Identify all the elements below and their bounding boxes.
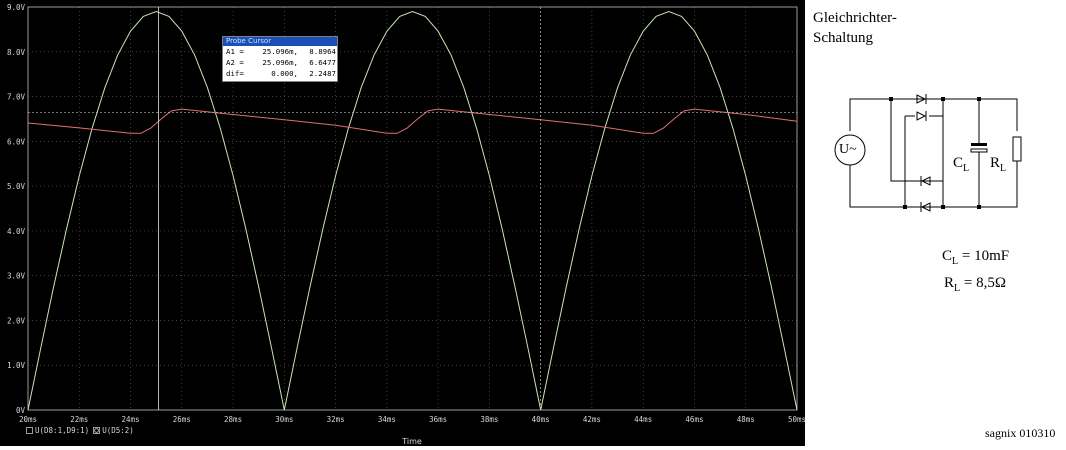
diamond-marker-icon: [93, 427, 101, 434]
wire-top: [849, 98, 1018, 131]
x-tick-label: 48ms: [737, 415, 755, 424]
tick-labels: 20ms 22ms 24ms 26ms 28ms 30ms 32ms 34ms 36ms 38ms…: [7, 3, 805, 424]
x-tick-label: 36ms: [429, 415, 447, 424]
x-tick-label: 20ms: [19, 415, 37, 424]
schematic-title-line2: Schaltung: [813, 30, 873, 46]
y-tick-label: 9.0V: [7, 3, 26, 12]
author-credit: sagnix 010310: [985, 426, 1056, 440]
x-tick-label: 28ms: [224, 415, 242, 424]
resistor-subscript: L: [1000, 163, 1007, 174]
capacitor-subscript: L: [963, 163, 970, 174]
x-tick-label: 34ms: [378, 415, 396, 424]
probe-cursor-title[interactable]: Probe Cursor: [223, 37, 337, 46]
cursor-y-value: 2.2487: [309, 69, 336, 78]
y-tick-label: 1.0V: [7, 361, 26, 370]
resistor-icon: [1012, 136, 1022, 162]
cursor-y-value: 8.8964: [309, 47, 336, 56]
x-tick-label: 38ms: [480, 415, 498, 424]
y-tick-label: 2.0V: [7, 316, 26, 325]
cursor-layer: [28, 7, 797, 410]
resistor-label: RL: [990, 155, 1006, 174]
x-tick-label: 22ms: [70, 415, 88, 424]
x-tick-label: 44ms: [634, 415, 652, 424]
x-axis-label: Time: [401, 437, 422, 446]
legend-item-1[interactable]: U(D8:1,D9:1): [26, 426, 89, 435]
junction-dots: [889, 97, 981, 209]
cursor-row-a1: A1 = 25.096m, 8.8964: [223, 46, 337, 57]
schematic-panel: [805, 0, 1066, 446]
capacitor-plate-bottom-icon: [970, 148, 988, 153]
cursor-label: dif=: [226, 69, 244, 78]
axes: [27, 6, 798, 411]
x-tick-label: 26ms: [173, 415, 191, 424]
x-tick-label: 30ms: [275, 415, 293, 424]
legend-label: U(D8:1,D9:1): [35, 426, 90, 435]
eq-r-value: = 8,5Ω: [960, 275, 1006, 291]
capacitance-equation: CL = 10mF: [942, 248, 1009, 267]
cursor-y-value: 6.6477: [309, 58, 336, 67]
x-tick-label: 24ms: [122, 415, 140, 424]
cursor-x-value: 25.096m,: [262, 58, 298, 67]
legend-item-2[interactable]: U(D5:2): [93, 426, 134, 435]
capacitor-plate-top-icon: [971, 143, 987, 146]
diode-icon: [916, 111, 927, 121]
capacitor-symbol: C: [953, 155, 964, 171]
y-tick-label: 7.0V: [7, 93, 26, 102]
y-tick-label: 4.0V: [7, 227, 26, 236]
eq-c-value: = 10mF: [958, 248, 1010, 264]
series-line-1: [27, 10, 798, 411]
resistance-equation: RL = 8,5Ω: [944, 275, 1006, 294]
eq-c-symbol: C: [942, 248, 953, 264]
x-tick-label: 46ms: [685, 415, 703, 424]
square-marker-icon: [26, 427, 33, 434]
probe-cursor-window[interactable]: Probe Cursor A1 = 25.096m, 8.8964 A2 = 2…: [222, 36, 338, 82]
capacitor-label: CL: [953, 155, 969, 174]
cursor-x-value: 25.096m,: [262, 47, 298, 56]
cursor-row-a2: A2 = 25.096m, 6.6477: [223, 57, 337, 68]
y-tick-label: 8.0V: [7, 48, 26, 57]
circuit-diagram: [834, 94, 1022, 212]
x-tick-label: 42ms: [583, 415, 601, 424]
cursor-label: A2 =: [226, 58, 244, 67]
eq-r-symbol: R: [944, 275, 955, 291]
cursor-label: A1 =: [226, 47, 244, 56]
x-tick-label: 50ms: [788, 415, 805, 424]
x-tick-label: 32ms: [327, 415, 345, 424]
plot-frame: [27, 6, 798, 411]
y-tick-label: 5.0V: [7, 182, 26, 191]
cursor-x-value: 0.000,: [271, 69, 298, 78]
wire-bridge-left: [890, 99, 935, 182]
schematic-title-line1: Gleichrichter-: [813, 10, 897, 26]
legend-label: U(D5:2): [102, 426, 134, 435]
grid: [27, 6, 798, 411]
y-tick-label: 6.0V: [7, 137, 26, 146]
plot-panel: 20ms 22ms 24ms 26ms 28ms 30ms 32ms 34ms 36ms 38ms…: [0, 0, 805, 446]
legend: U(D8:1,D9:1) U(D5:2): [26, 425, 134, 436]
resistor-symbol: R: [990, 155, 1001, 171]
source-label: U~: [839, 142, 857, 157]
x-tick-label: 40ms: [532, 415, 550, 424]
cursor-row-dif: dif= 0.000, 2.2487: [223, 68, 337, 79]
series-layer: [27, 10, 798, 411]
y-tick-label: 0V: [16, 406, 26, 415]
y-tick-label: 3.0V: [7, 272, 26, 281]
series-line-2: [27, 108, 798, 134]
plot-svg: 20ms 22ms 24ms 26ms 28ms 30ms 32ms 34ms 36ms 38ms…: [7, 3, 805, 446]
